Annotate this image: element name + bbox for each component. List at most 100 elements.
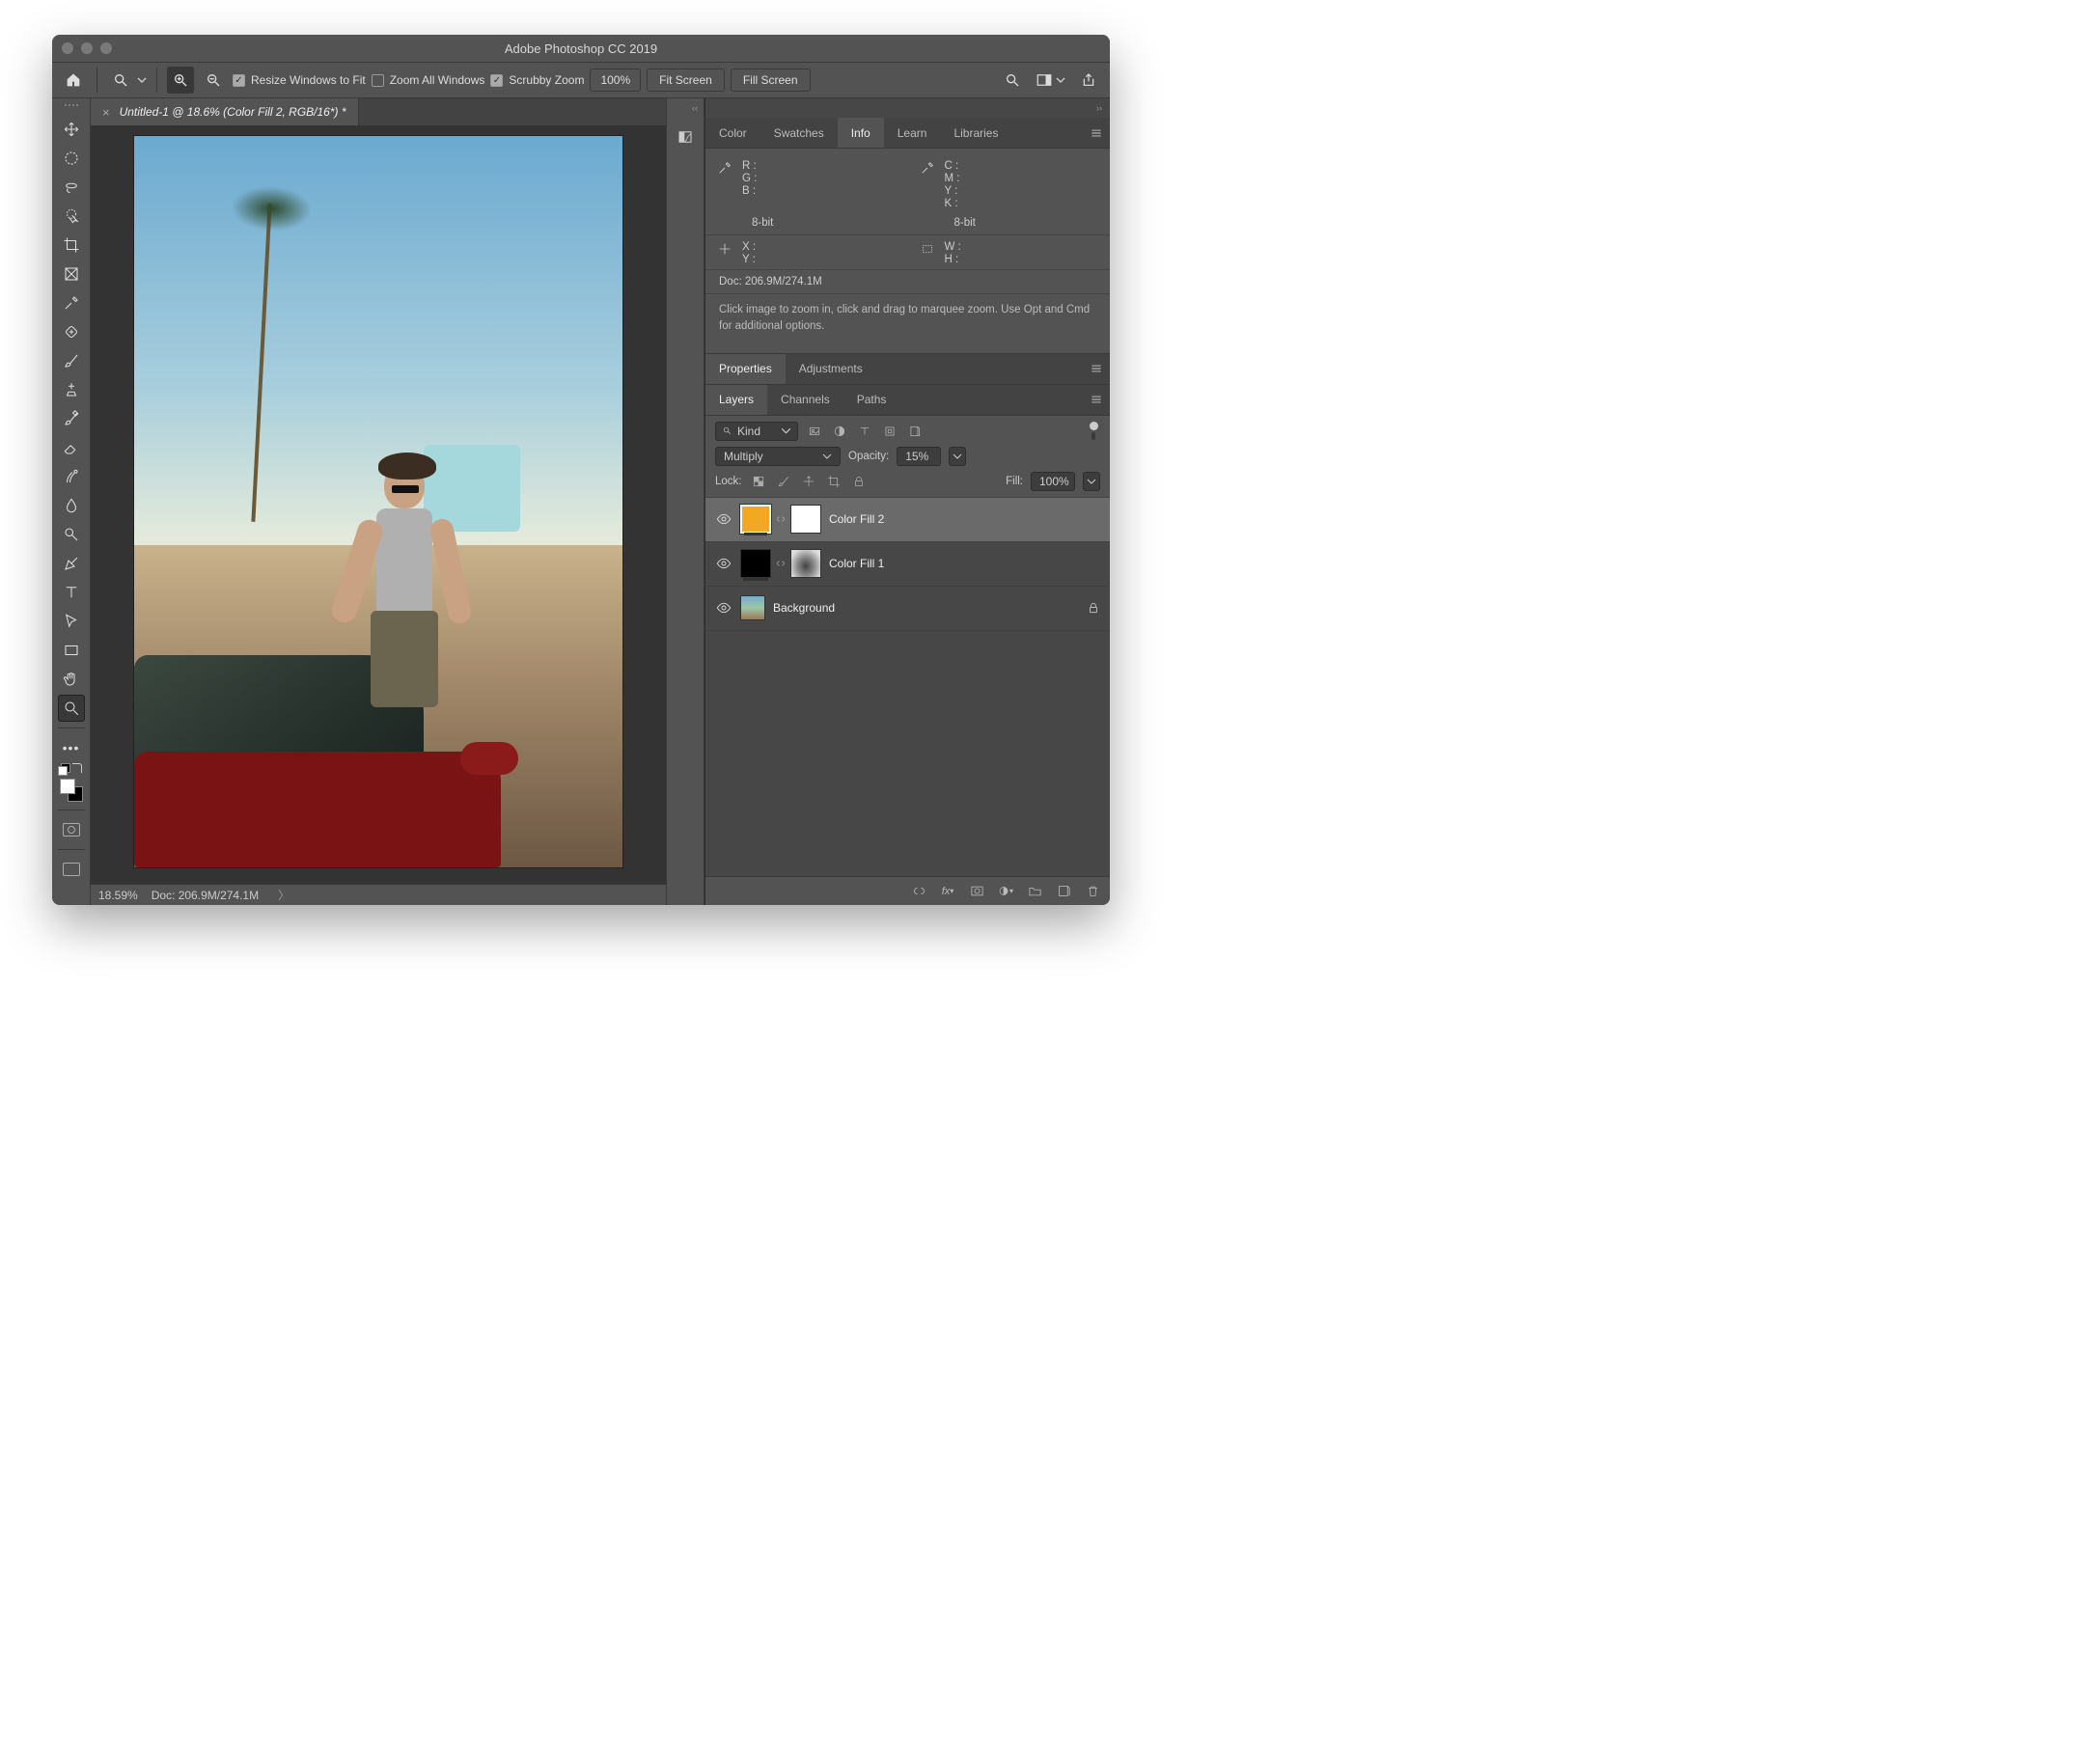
- pen-tool[interactable]: [58, 550, 85, 577]
- add-mask-button[interactable]: [969, 884, 984, 899]
- fill-field[interactable]: 100%: [1031, 472, 1075, 491]
- panel-menu-button[interactable]: [1083, 385, 1110, 415]
- fit-screen-button[interactable]: Fit Screen: [647, 69, 725, 92]
- canvas-viewport[interactable]: [91, 125, 666, 884]
- opacity-field[interactable]: 15%: [897, 447, 941, 466]
- fill-screen-button[interactable]: Fill Screen: [731, 69, 811, 92]
- panel-menu-button[interactable]: [1083, 354, 1110, 384]
- opacity-stepper[interactable]: [949, 447, 966, 466]
- move-tool[interactable]: [58, 116, 85, 143]
- link-mask-icon[interactable]: [775, 552, 787, 575]
- zoom-tool[interactable]: [58, 695, 85, 722]
- resize-windows-checkbox[interactable]: Resize Windows to Fit: [233, 73, 366, 87]
- filter-smart-icon[interactable]: [906, 423, 924, 440]
- brush-tool[interactable]: [58, 347, 85, 374]
- panel-menu-button[interactable]: [1083, 118, 1110, 148]
- default-colors-button[interactable]: [58, 763, 85, 775]
- quick-select-tool[interactable]: [58, 203, 85, 230]
- tool-preset-picker[interactable]: [107, 67, 147, 94]
- zoom-out-button[interactable]: [200, 67, 227, 94]
- adjustment-layer-button[interactable]: ▾: [998, 884, 1013, 899]
- healing-brush-tool[interactable]: [58, 318, 85, 345]
- workspace-switcher[interactable]: [1036, 71, 1065, 89]
- share-button[interactable]: [1075, 67, 1102, 94]
- layer-thumbnail[interactable]: [740, 549, 771, 578]
- lock-artboard-icon[interactable]: [825, 473, 843, 490]
- scrubby-zoom-checkbox[interactable]: Scrubby Zoom: [490, 73, 584, 87]
- quick-mask-button[interactable]: [58, 816, 85, 843]
- eyedropper-tool[interactable]: [58, 289, 85, 316]
- home-button[interactable]: [60, 67, 87, 94]
- filter-toggle[interactable]: [1087, 422, 1100, 441]
- lock-position-icon[interactable]: [800, 473, 817, 490]
- lock-pixels-icon[interactable]: [775, 473, 792, 490]
- tab-properties[interactable]: Properties: [705, 354, 786, 384]
- lasso-tool[interactable]: [58, 174, 85, 201]
- close-tab-icon[interactable]: ×: [102, 105, 110, 120]
- history-brush-tool[interactable]: [58, 405, 85, 432]
- fill-stepper[interactable]: [1083, 472, 1100, 491]
- link-layers-button[interactable]: [911, 884, 926, 899]
- screen-mode-button[interactable]: [58, 856, 85, 883]
- history-panel-icon[interactable]: [674, 125, 697, 149]
- group-button[interactable]: [1027, 884, 1042, 899]
- layer-thumbnail[interactable]: [740, 595, 765, 620]
- lock-transparency-icon[interactable]: [750, 473, 767, 490]
- hand-tool[interactable]: [58, 666, 85, 693]
- filter-shape-icon[interactable]: [881, 423, 898, 440]
- gradient-tool[interactable]: [58, 463, 85, 490]
- clone-stamp-tool[interactable]: [58, 376, 85, 403]
- visibility-icon[interactable]: [715, 599, 732, 617]
- tab-libraries[interactable]: Libraries: [940, 118, 1011, 148]
- delete-layer-button[interactable]: [1085, 884, 1100, 899]
- visibility-icon[interactable]: [715, 510, 732, 528]
- mask-thumbnail[interactable]: [790, 549, 821, 578]
- zoom-in-button[interactable]: [167, 67, 194, 94]
- visibility-icon[interactable]: [715, 555, 732, 572]
- new-layer-button[interactable]: [1056, 884, 1071, 899]
- status-menu-caret[interactable]: 〉: [278, 887, 290, 903]
- blend-mode-select[interactable]: Multiply: [715, 447, 841, 466]
- layer-row[interactable]: Color Fill 1: [705, 542, 1110, 587]
- layer-kind-filter[interactable]: Kind: [715, 422, 798, 441]
- tab-paths[interactable]: Paths: [843, 385, 900, 415]
- frame-tool[interactable]: [58, 261, 85, 288]
- type-tool[interactable]: [58, 579, 85, 606]
- canvas[interactable]: [133, 135, 623, 868]
- rectangle-tool[interactable]: [58, 637, 85, 664]
- layer-row[interactable]: Color Fill 2: [705, 498, 1110, 542]
- document-tab[interactable]: × Untitled-1 @ 18.6% (Color Fill 2, RGB/…: [91, 98, 359, 125]
- zoom-percent-field[interactable]: 100%: [590, 69, 641, 92]
- tab-color[interactable]: Color: [705, 118, 760, 148]
- status-doc-size[interactable]: Doc: 206.9M/274.1M: [152, 889, 259, 902]
- panel-grip[interactable]: [60, 104, 83, 110]
- filter-pixel-icon[interactable]: [806, 423, 823, 440]
- path-select-tool[interactable]: [58, 608, 85, 635]
- search-button[interactable]: [999, 67, 1026, 94]
- layer-row[interactable]: Background: [705, 587, 1110, 631]
- expand-chevron-icon[interactable]: ››: [705, 98, 1110, 118]
- zoom-all-checkbox[interactable]: Zoom All Windows: [372, 73, 485, 87]
- tab-swatches[interactable]: Swatches: [760, 118, 838, 148]
- crop-tool[interactable]: [58, 232, 85, 259]
- lock-all-icon[interactable]: [850, 473, 868, 490]
- blur-tool[interactable]: [58, 492, 85, 519]
- filter-type-icon[interactable]: [856, 423, 873, 440]
- fx-button[interactable]: fx▾: [940, 884, 955, 899]
- edit-toolbar-button[interactable]: •••: [58, 734, 85, 761]
- tab-learn[interactable]: Learn: [884, 118, 941, 148]
- filter-adjustment-icon[interactable]: [831, 423, 848, 440]
- dodge-tool[interactable]: [58, 521, 85, 548]
- layer-thumbnail[interactable]: [740, 505, 771, 534]
- marquee-tool[interactable]: [58, 145, 85, 172]
- mask-thumbnail[interactable]: [790, 505, 821, 534]
- status-zoom[interactable]: 18.59%: [98, 889, 138, 902]
- tab-channels[interactable]: Channels: [767, 385, 843, 415]
- link-mask-icon[interactable]: [775, 508, 787, 531]
- tab-layers[interactable]: Layers: [705, 385, 767, 415]
- eraser-tool[interactable]: [58, 434, 85, 461]
- tab-adjustments[interactable]: Adjustments: [786, 354, 876, 384]
- color-swatches[interactable]: [58, 777, 85, 804]
- tab-info[interactable]: Info: [838, 118, 884, 148]
- collapse-chevron-icon[interactable]: ‹‹: [667, 98, 704, 118]
